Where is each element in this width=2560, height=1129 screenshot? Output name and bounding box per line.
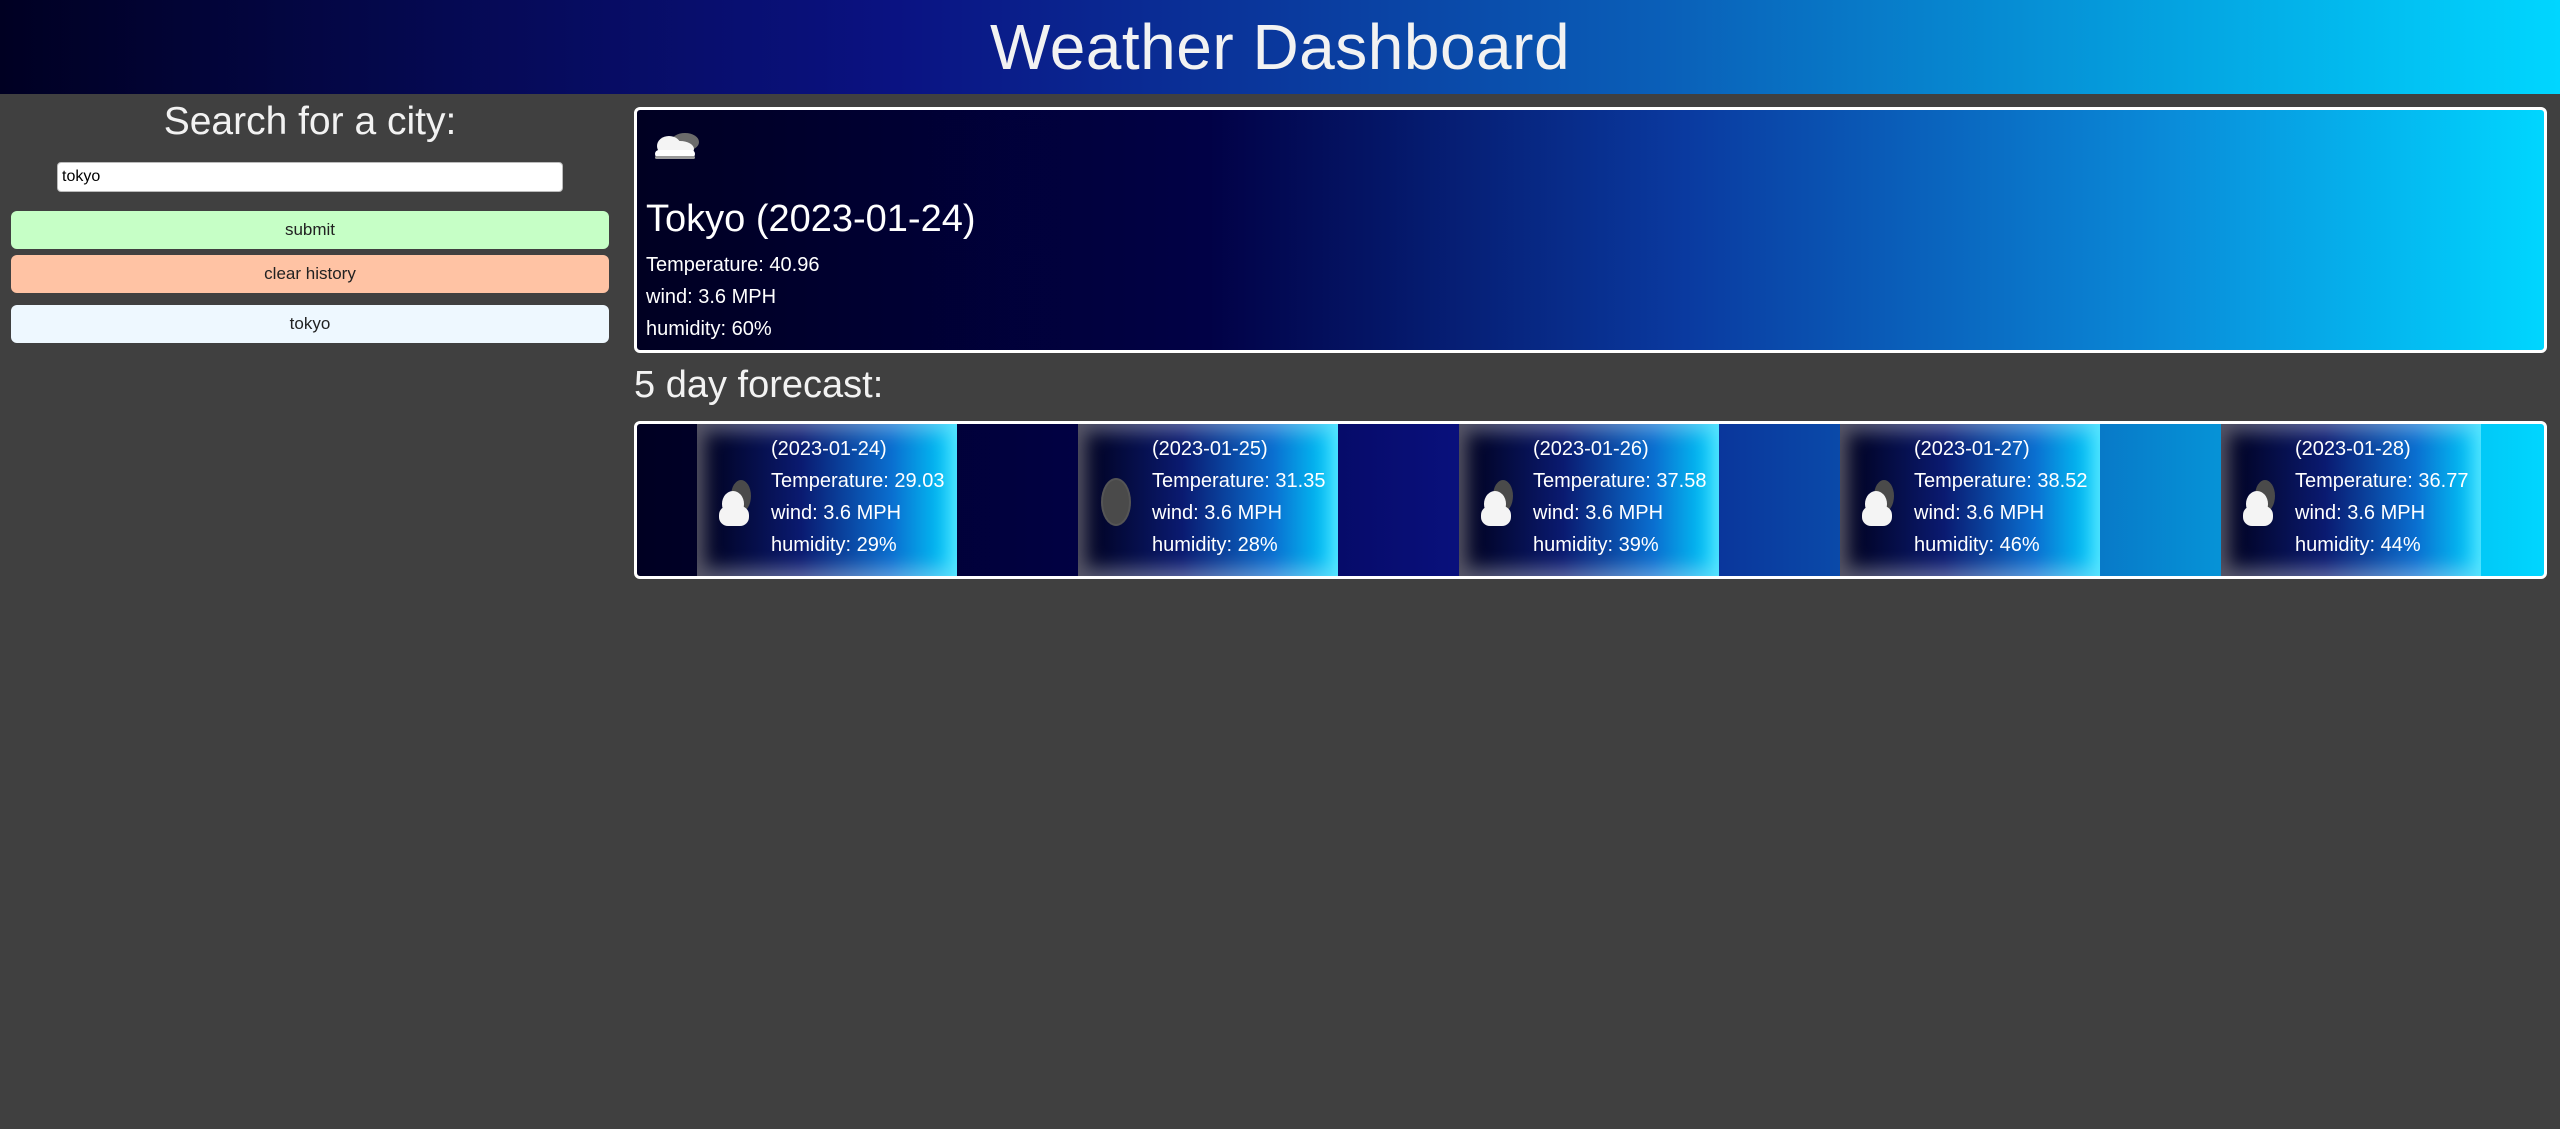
forecast-date: (2023-01-25) [1152,438,1268,460]
forecast-date: (2023-01-27) [1914,438,2030,460]
forecast-humidity: humidity: 46% [1914,534,2040,556]
cloud-icon [1862,480,1894,526]
current-weather-card: Tokyo (2023-01-24) Temperature: 40.96 wi… [634,107,2547,353]
cloud-icon [1481,480,1513,526]
search-heading: Search for a city: [163,100,457,143]
forecast-wind: wind: 3.6 MPH [771,502,902,524]
city-search-input[interactable] [57,162,563,192]
forecast-card: (2023-01-28) Temperature: 36.77 wind: 3.… [2221,424,2481,576]
forecast-card: (2023-01-25) Temperature: 31.35 wind: 3.… [1078,424,1338,576]
submit-button[interactable]: submit [11,211,609,249]
forecast-wind: wind: 3.6 MPH [1914,502,2045,524]
forecast-wind: wind: 3.6 MPH [1533,502,1664,524]
current-city-date: Tokyo (2023-01-24) [646,198,976,240]
forecast-humidity: humidity: 29% [771,534,897,556]
forecast-card: (2023-01-24) Temperature: 29.03 wind: 3.… [697,424,957,576]
clear-history-button[interactable]: clear history [11,255,609,293]
page-title: Weather Dashboard [989,11,1571,83]
moon-icon [1101,478,1131,526]
forecast-date: (2023-01-28) [2295,438,2411,460]
forecast-temperature: Temperature: 31.35 [1152,470,1326,492]
forecast-date: (2023-01-24) [771,438,887,460]
app-header: Weather Dashboard [0,0,2560,94]
forecast-row: (2023-01-24) Temperature: 29.03 wind: 3.… [634,421,2547,579]
forecast-temperature: Temperature: 38.52 [1914,470,2088,492]
cloud-icon [719,480,751,526]
forecast-temperature: Temperature: 37.58 [1533,470,1707,492]
forecast-wind: wind: 3.6 MPH [1152,502,1283,524]
current-wind: wind: 3.6 MPH [646,286,777,308]
forecast-temperature: Temperature: 29.03 [771,470,945,492]
forecast-heading: 5 day forecast: [634,364,884,406]
forecast-date: (2023-01-26) [1533,438,1649,460]
forecast-humidity: humidity: 44% [2295,534,2421,556]
partly-cloudy-icon [655,133,699,159]
cloud-icon [2243,480,2275,526]
forecast-humidity: humidity: 39% [1533,534,1659,556]
forecast-wind: wind: 3.6 MPH [2295,502,2426,524]
forecast-temperature: Temperature: 36.77 [2295,470,2469,492]
current-temperature: Temperature: 40.96 [646,254,820,276]
forecast-humidity: humidity: 28% [1152,534,1278,556]
history-item-tokyo[interactable]: tokyo [11,305,609,343]
forecast-card: (2023-01-27) Temperature: 38.52 wind: 3.… [1840,424,2100,576]
current-humidity: humidity: 60% [646,318,772,340]
forecast-card: (2023-01-26) Temperature: 37.58 wind: 3.… [1459,424,1719,576]
